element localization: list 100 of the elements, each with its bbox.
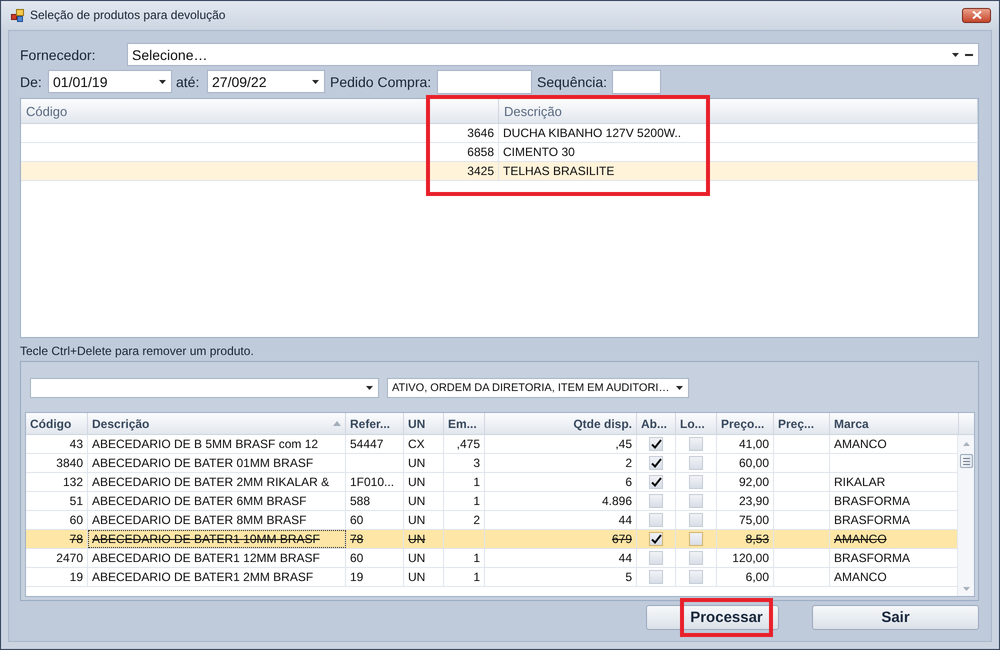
checkbox[interactable] — [689, 570, 703, 584]
dropdown[interactable]: ATIVO, ORDEM DA DIRETORIA, ITEM EM AUDITORI… — [387, 378, 689, 398]
table-row[interactable]: 51 ABECEDARIO DE BATER 6MM BRASF 588 UN 1 4.896 23,90 BRASFORMA — [26, 492, 957, 511]
checkbox[interactable] — [689, 513, 703, 527]
field-label: Fornecedor: — [20, 46, 96, 62]
table-cell: ABECEDARIO DE BATER 2MM RIKALAR & — [88, 473, 346, 491]
table-cell: ABECEDARIO DE B 5MM BRASF com 12 — [88, 435, 346, 453]
checkbox[interactable] — [649, 494, 663, 508]
table-cell: 6858 — [21, 143, 499, 161]
table-row[interactable]: 19 ABECEDARIO DE BATER1 2MM BRASF 19 UN 1 5 6,00 AMANCO — [26, 568, 957, 587]
column-header[interactable]: Em... — [444, 413, 485, 434]
table-row[interactable]: 3840 ABECEDARIO DE BATER 01MM BRASF UN 3 2 60,00 — [26, 454, 957, 473]
table-cell: ABECEDARIO DE BATER1 12MM BRASF — [88, 549, 346, 567]
column-header[interactable]: Código — [26, 413, 88, 434]
table-cell: UN — [404, 454, 444, 472]
minus-icon[interactable] — [965, 54, 973, 56]
table-cell: 51 — [26, 492, 88, 510]
column-header[interactable]: UN — [404, 413, 444, 434]
table-row[interactable]: 78 ABECEDARIO DE BATER1 10MM BRASF 78 UN 679 8,53 AMANCO — [26, 530, 957, 549]
caret-icon[interactable] — [312, 80, 319, 84]
table-cell: 2 — [444, 511, 485, 529]
caret-icon[interactable] — [159, 80, 166, 84]
table-cell: ABECEDARIO DE BATER 01MM BRASF — [88, 454, 346, 472]
checkbox[interactable] — [649, 437, 663, 451]
table-cell: 60 — [26, 511, 88, 529]
table-cell: 3425 — [21, 162, 499, 180]
table-cell: 132 — [26, 473, 88, 491]
table-cell: 4.896 — [485, 492, 637, 510]
table-row[interactable]: 43 ABECEDARIO DE B 5MM BRASF com 12 54447 CX ,475 ,45 41,00 AMANCO — [26, 435, 957, 454]
checkbox[interactable] — [689, 475, 703, 489]
checkbox[interactable] — [649, 475, 663, 489]
table-cell: 60,00 — [717, 454, 774, 472]
column-header[interactable]: Descrição — [499, 99, 978, 123]
scroll-down-icon[interactable] — [962, 587, 970, 591]
checkmark-icon — [650, 439, 662, 449]
date-picker[interactable]: 01/01/19 — [48, 70, 172, 93]
date-picker[interactable]: 27/09/22 — [207, 70, 325, 93]
table-cell: UN — [404, 549, 444, 567]
column-header[interactable]: Código — [21, 99, 499, 123]
table-cell: 78 — [346, 530, 404, 548]
column-header[interactable]: Preç... — [774, 413, 830, 434]
column-header[interactable]: Ab... — [637, 413, 676, 434]
field-label: De: — [20, 74, 43, 90]
table-row[interactable]: 3425 TELHAS BRASILITE — [21, 162, 978, 181]
table-cell: 19 — [346, 568, 404, 586]
table-cell: 75,00 — [717, 511, 774, 529]
table-row[interactable]: 60 ABECEDARIO DE BATER 8MM BRASF 60 UN 2 44 75,00 BRASFORMA — [26, 511, 957, 530]
table-cell: 1 — [444, 568, 485, 586]
checkbox[interactable] — [689, 456, 703, 470]
close-button[interactable] — [962, 8, 991, 22]
checkbox[interactable] — [649, 532, 663, 546]
input-field[interactable] — [612, 70, 661, 94]
action-button[interactable]: Processar — [646, 605, 779, 630]
table-cell: UN — [404, 511, 444, 529]
action-button[interactable]: Sair — [812, 605, 979, 630]
caret-icon[interactable] — [952, 52, 959, 56]
checkbox[interactable] — [649, 551, 663, 565]
window-title: Seleção de produtos para devolução — [30, 8, 226, 22]
column-header[interactable]: Qtde disp. — [485, 413, 637, 434]
checkbox[interactable] — [689, 494, 703, 508]
column-header[interactable]: Lo... — [676, 413, 717, 434]
checkbox[interactable] — [649, 513, 663, 527]
checkmark-icon — [650, 477, 662, 487]
table-row[interactable]: 132 ABECEDARIO DE BATER 2MM RIKALAR & 1F010... UN 1 6 92,00 RIKALAR — [26, 473, 957, 492]
table-cell: 78 — [26, 530, 88, 548]
column-header[interactable]: Preço... — [717, 413, 774, 434]
table-cell: 54447 — [346, 435, 404, 453]
table-cell: 120,00 — [717, 549, 774, 567]
table-cell: 19 — [26, 568, 88, 586]
checkbox[interactable] — [689, 551, 703, 565]
table-row[interactable]: 3646 DUCHA KIBANHO 127V 5200W.. — [21, 124, 978, 143]
caret-icon[interactable] — [366, 386, 373, 390]
field-label: Sequência: — [537, 74, 608, 90]
table-row[interactable]: 6858 CIMENTO 30 — [21, 143, 978, 162]
table-cell: ABECEDARIO DE BATER1 10MM BRASF — [88, 530, 346, 548]
checkbox[interactable] — [689, 437, 703, 451]
table-cell: 3 — [444, 454, 485, 472]
column-header[interactable]: Refer... — [346, 413, 404, 434]
dropdown[interactable]: Selecione… — [127, 43, 979, 66]
checkbox[interactable] — [689, 532, 703, 546]
column-header[interactable]: Marca — [830, 413, 959, 434]
table-cell: 1F010... — [346, 473, 404, 491]
scrollbar-thumb[interactable] — [960, 454, 972, 468]
input-field[interactable] — [437, 70, 532, 94]
table-cell: ABECEDARIO DE BATER1 2MM BRASF — [88, 568, 346, 586]
table-cell: 588 — [346, 492, 404, 510]
table-row[interactable]: 2470 ABECEDARIO DE BATER1 12MM BRASF 60 UN 1 44 120,00 BRASFORMA — [26, 549, 957, 568]
checkbox[interactable] — [649, 456, 663, 470]
table-cell: 60 — [346, 549, 404, 567]
scrollbar-track[interactable] — [957, 435, 974, 596]
table-cell: 1 — [444, 549, 485, 567]
table-cell: 1 — [444, 492, 485, 510]
table-cell: ABECEDARIO DE BATER 6MM BRASF — [88, 492, 346, 510]
column-header[interactable]: Descrição — [88, 413, 346, 434]
checkbox[interactable] — [649, 570, 663, 584]
table-cell: DUCHA KIBANHO 127V 5200W.. — [499, 124, 978, 142]
scroll-up-icon[interactable] — [962, 442, 970, 446]
caret-icon[interactable] — [676, 386, 683, 390]
table-cell: ,475 — [444, 435, 485, 453]
table-cell: UN — [404, 530, 444, 548]
